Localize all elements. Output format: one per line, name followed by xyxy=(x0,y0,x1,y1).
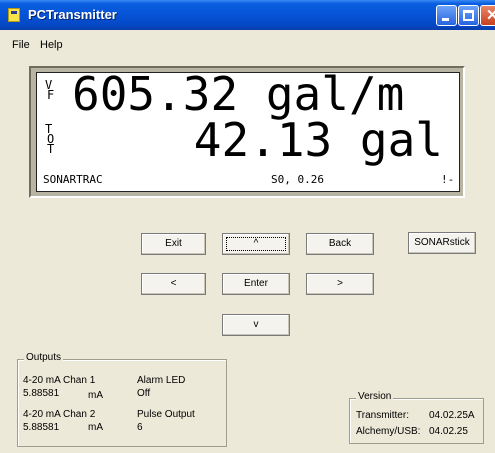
menu-help[interactable]: Help xyxy=(40,39,63,51)
flow-unit-f: F xyxy=(47,88,55,102)
enter-button[interactable]: Enter xyxy=(222,273,290,295)
maximize-button[interactable] xyxy=(458,5,479,26)
chan1-label: 4-20 mA Chan 1 xyxy=(23,375,96,386)
chan2-value: 5.88581 xyxy=(23,422,60,433)
sonarstick-button[interactable]: SONARstick xyxy=(408,232,476,254)
up-button[interactable]: ^ xyxy=(222,233,290,255)
right-button[interactable]: > xyxy=(306,273,374,295)
flow-rate-readout: 605.32 gal/m xyxy=(72,67,405,121)
outputs-legend: Outputs xyxy=(24,352,64,363)
lcd-display: V F 605.32 gal/m T O T 42.13 gal SONARTR… xyxy=(36,67,460,192)
status-indicator: !- xyxy=(441,173,455,186)
up-arrow-icon: ^ xyxy=(253,238,259,249)
left-button[interactable]: < xyxy=(141,273,206,295)
alarm-led-value: Off xyxy=(137,388,151,399)
window-title: PCTransmitter xyxy=(28,7,117,22)
alarm-led-label: Alarm LED xyxy=(137,375,186,386)
pulse-output-label: Pulse Output xyxy=(137,409,195,420)
left-arrow-icon: < xyxy=(170,278,177,289)
chan2-label: 4-20 mA Chan 2 xyxy=(23,409,96,420)
close-button[interactable]: ✕ xyxy=(480,5,495,26)
transmitter-version: 04.02.25A xyxy=(429,410,475,421)
transmitter-label: Transmitter: xyxy=(356,410,409,421)
menu-bar: File Help xyxy=(0,36,495,54)
status-device: SONARTRAC xyxy=(43,173,103,186)
outputs-group: Outputs 4-20 mA Chan 1 5.88581 mA Alarm … xyxy=(17,352,227,447)
menu-file[interactable]: File xyxy=(12,39,30,51)
pulse-output-value: 6 xyxy=(137,422,143,433)
down-button[interactable]: v xyxy=(222,314,290,336)
close-icon: ✕ xyxy=(486,7,495,24)
totalizer-readout: 42.13 gal xyxy=(193,113,443,167)
chan2-unit: mA xyxy=(88,422,103,433)
app-window: PCTransmitter ✕ File Help V F 605.32 gal… xyxy=(0,0,495,453)
status-signal: S0, 0.26 xyxy=(271,173,324,186)
minimize-button[interactable] xyxy=(436,5,457,26)
alchemy-usb-label: Alchemy/USB: xyxy=(356,426,421,437)
total-unit-t2: T xyxy=(47,142,55,156)
version-legend: Version xyxy=(356,391,394,402)
back-button[interactable]: Back xyxy=(306,233,374,255)
down-arrow-icon: v xyxy=(253,319,259,330)
right-arrow-icon: > xyxy=(337,278,343,289)
title-bar[interactable]: PCTransmitter ✕ xyxy=(0,0,495,30)
alchemy-usb-version: 04.02.25 xyxy=(429,426,468,437)
chan1-value: 5.88581 xyxy=(23,388,60,399)
app-icon xyxy=(8,8,20,22)
chan1-unit: mA xyxy=(88,390,103,401)
exit-button[interactable]: Exit xyxy=(141,233,206,255)
version-group: Version Transmitter: 04.02.25A Alchemy/U… xyxy=(349,391,484,444)
